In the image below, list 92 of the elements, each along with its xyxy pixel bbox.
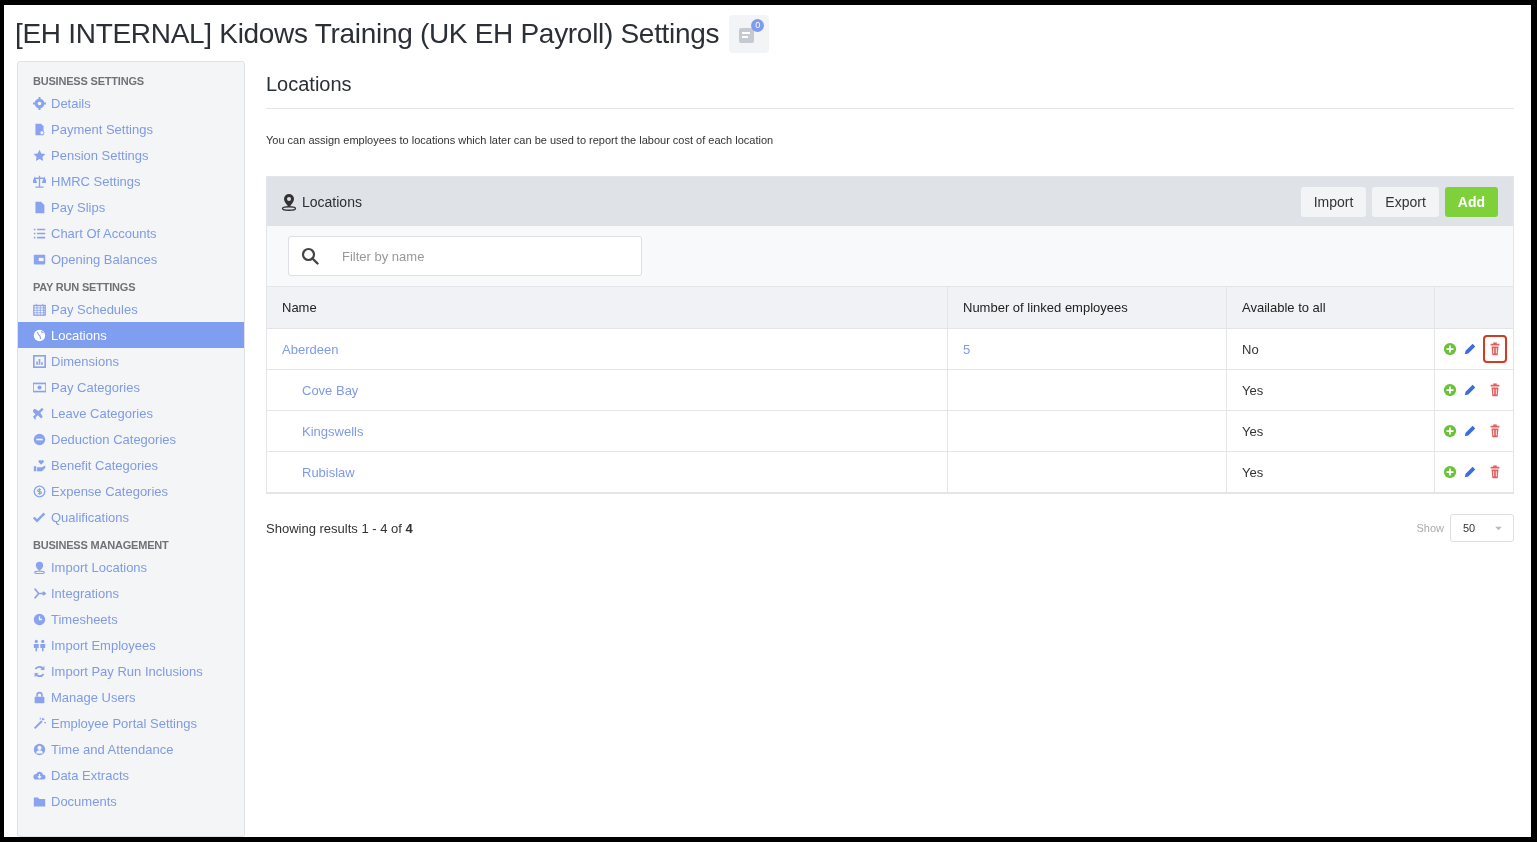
sidebar-item[interactable]: Manage Users (18, 684, 244, 710)
trash-icon (1488, 424, 1502, 438)
list-icon (33, 226, 46, 240)
panel-title: Locations (302, 193, 362, 210)
sidebar-item[interactable]: Dimensions (18, 348, 244, 374)
pencil-icon[interactable] (1463, 465, 1477, 479)
description-text: You can assign employees to locations which later can be used to report the labour cost of each location (266, 134, 775, 146)
clock-icon (33, 612, 46, 626)
hand-heart-icon (33, 458, 46, 472)
map-pin-icon (33, 560, 46, 574)
location-link[interactable]: Kingswells (267, 410, 948, 452)
folder-icon (33, 794, 46, 808)
table-cell: Yes (1226, 451, 1435, 493)
sidebar-item[interactable]: HMRC Settings (18, 168, 244, 194)
location-link[interactable]: Cove Bay (267, 369, 948, 411)
document-icon (33, 122, 46, 136)
notifications-button[interactable]: 0 (729, 15, 770, 53)
add-icon[interactable] (1443, 383, 1457, 397)
pencil-icon[interactable] (1463, 342, 1477, 356)
map-pin-icon (281, 192, 297, 211)
sidebar-item[interactable]: Payment Settings (18, 116, 244, 142)
sidebar-item[interactable]: Pension Settings (18, 142, 244, 168)
calendar-icon (33, 302, 46, 316)
add-icon[interactable] (1443, 465, 1457, 479)
add-button[interactable]: Add (1444, 186, 1498, 217)
sidebar-item[interactable]: Qualifications (18, 504, 244, 530)
page-size-select[interactable]: 50 (1450, 514, 1514, 542)
sidebar-item[interactable]: Pay Categories (18, 374, 244, 400)
location-link[interactable]: Rubislaw (267, 451, 948, 493)
trash-icon (1488, 465, 1502, 479)
section-heading: Locations (266, 73, 353, 96)
table-cell: Yes (1226, 410, 1435, 452)
sidebar-item[interactable]: Opening Balances (18, 246, 244, 272)
sidebar-section-heading: BUSINESS SETTINGS (32, 74, 145, 89)
people-icon (33, 638, 46, 652)
minus-circle-icon (33, 432, 46, 446)
star-icon (33, 148, 46, 162)
notification-count: 0 (751, 19, 765, 32)
sidebar-item[interactable]: Documents (18, 788, 244, 814)
banknote-icon (33, 380, 46, 394)
show-label: Show (1416, 522, 1444, 534)
sidebar-item[interactable]: Import Pay Run Inclusions (18, 658, 244, 684)
employee-count-link[interactable]: 5 (947, 328, 1227, 370)
sidebar-item[interactable]: Chart Of Accounts (18, 220, 244, 246)
sidebar-item[interactable]: Import Locations (18, 554, 244, 580)
pencil-icon[interactable] (1463, 383, 1477, 397)
sidebar-item[interactable]: Time and Attendance (18, 736, 244, 762)
sidebar-item[interactable]: Expense Categories (18, 478, 244, 504)
padlock-icon (33, 690, 46, 704)
file-icon (33, 200, 46, 214)
sidebar-item[interactable]: Employee Portal Settings (18, 710, 244, 736)
sidebar-item[interactable]: Pay Slips (18, 194, 244, 220)
location-link[interactable]: Aberdeen (267, 328, 948, 370)
table-cell: No (1226, 328, 1435, 370)
pencil-icon[interactable] (1463, 424, 1477, 438)
chart-icon (33, 354, 46, 368)
sidebar-item[interactable]: Details (18, 90, 244, 116)
refresh-icon (33, 664, 46, 678)
caret-icon (1494, 525, 1503, 531)
filter-field[interactable]: Filter by name (288, 236, 642, 276)
toolbar-button[interactable]: Export (1372, 186, 1439, 217)
wand-icon (33, 716, 46, 730)
results-summary: Showing results 1 - 4 of 4 (266, 520, 413, 536)
table-cell: Yes (1226, 369, 1435, 411)
sidebar-item[interactable]: Pay Schedules (18, 296, 244, 322)
check-icon (33, 510, 46, 524)
dollar-circle-icon (33, 484, 46, 498)
toolbar-button[interactable]: Import (1300, 186, 1367, 217)
person-circle-icon (33, 742, 46, 756)
split-arrow-icon (33, 586, 46, 600)
sidebar-item[interactable]: Integrations (18, 580, 244, 606)
sidebar-item[interactable]: Leave Categories (18, 400, 244, 426)
sidebar-item[interactable]: Locations (18, 322, 244, 348)
scales-icon (33, 174, 46, 188)
sidebar-item[interactable]: Data Extracts (18, 762, 244, 788)
add-icon[interactable] (1443, 342, 1457, 356)
wallet-icon (33, 252, 46, 266)
sidebar-item[interactable]: Timesheets (18, 606, 244, 632)
sidebar-section-heading: BUSINESS MANAGEMENT (32, 538, 170, 553)
column-header: Number of linked employees (947, 287, 1227, 329)
sidebar-section-heading: PAY RUN SETTINGS (32, 280, 137, 295)
sidebar-item[interactable]: Import Employees (18, 632, 244, 658)
plane-icon (33, 406, 46, 420)
sidebar-item[interactable]: Deduction Categories (18, 426, 244, 452)
column-header: Name (267, 287, 948, 329)
add-icon[interactable] (1443, 424, 1457, 438)
trash-icon (1488, 383, 1502, 397)
trash-icon (1488, 342, 1502, 356)
page-title: [EH INTERNAL] Kidows Training (UK EH Payroll) Settings (15, 18, 720, 50)
sidebar-item[interactable]: Benefit Categories (18, 452, 244, 478)
column-header: Available to all (1226, 287, 1435, 329)
highlighted-delete-button[interactable] (1483, 335, 1507, 363)
